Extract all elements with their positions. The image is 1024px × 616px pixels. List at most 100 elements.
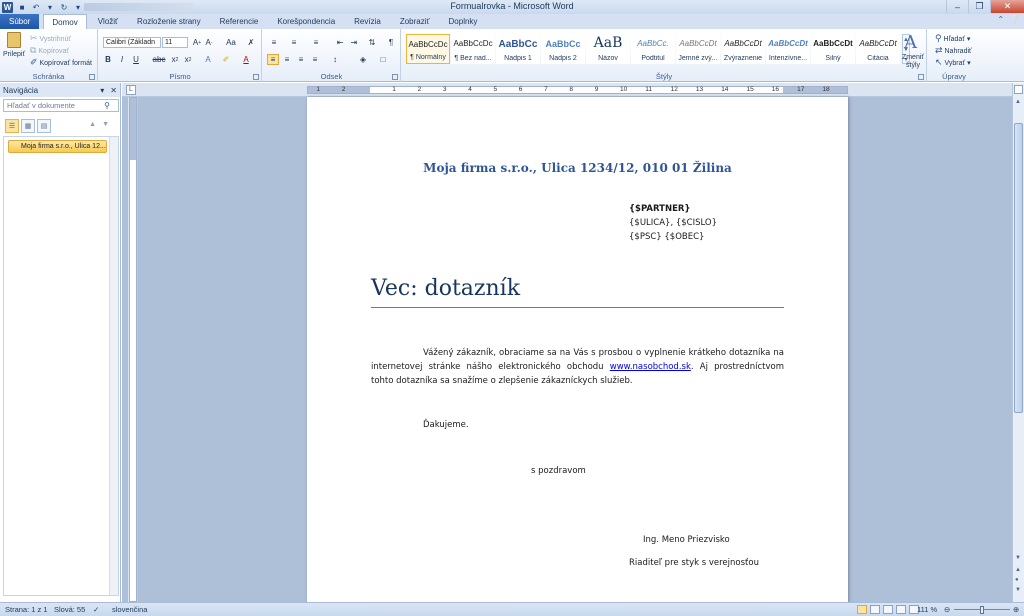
font-color-icon[interactable]: A xyxy=(240,54,252,65)
tab-addins[interactable]: Doplnky xyxy=(441,14,486,29)
change-styles-button[interactable]: A Zmeniť štýly xyxy=(896,29,930,82)
minimize-ribbon-icon[interactable]: ⌃ xyxy=(997,15,1004,24)
clear-formatting-icon[interactable]: ✗ xyxy=(245,37,257,48)
format-painter-button[interactable]: ✐ Kopírovať formát xyxy=(30,57,92,68)
pages-view-icon[interactable]: ▦ xyxy=(21,119,35,133)
paste-button[interactable]: Prilepiť xyxy=(3,32,25,66)
style-subtle-emphasis[interactable]: AaBbCcDt Jemné zvý... xyxy=(676,34,720,64)
font-name-combo[interactable]: Calibri (Základn xyxy=(103,37,161,48)
style-quote[interactable]: AaBbCcDt Citácia xyxy=(856,34,900,64)
headings-view-icon[interactable]: ☰ xyxy=(5,119,19,133)
multilevel-list-icon[interactable]: ≡ xyxy=(310,37,322,48)
zoom-slider-thumb[interactable] xyxy=(980,606,984,614)
increase-indent-icon[interactable]: ⇥ xyxy=(348,37,360,48)
scroll-down-icon[interactable]: ▼ xyxy=(1015,555,1021,561)
vertical-ruler[interactable] xyxy=(128,97,138,602)
nav-heading-item[interactable]: Moja firma s.r.o., Ulica 12... xyxy=(8,140,107,153)
tab-selector-icon[interactable]: L xyxy=(126,85,136,95)
font-launcher-icon[interactable] xyxy=(253,74,259,80)
spellcheck-icon[interactable]: ✓ xyxy=(93,605,99,614)
style-heading-1[interactable]: AaBbCc Nadpis 1 xyxy=(496,34,540,64)
outline-view-icon[interactable] xyxy=(896,605,906,614)
tab-references[interactable]: Referencie xyxy=(212,14,267,29)
language[interactable]: slovenčina xyxy=(112,605,147,614)
line-spacing-icon[interactable]: ↕ xyxy=(329,54,341,65)
highlight-icon[interactable]: ✐ xyxy=(220,54,232,65)
sort-icon[interactable]: ⇅ xyxy=(366,37,378,48)
search-icon[interactable]: ⚲ xyxy=(104,100,110,111)
nav-scrollbar[interactable] xyxy=(109,137,118,595)
style-heading-2[interactable]: AaBbCc Nadpis 2 xyxy=(541,34,585,64)
tab-review[interactable]: Revízia xyxy=(346,14,389,29)
nav-search-input[interactable]: Hľadať v dokumente ⚲ xyxy=(3,99,119,112)
superscript-icon[interactable]: x2 xyxy=(182,54,194,65)
zoom-in-icon[interactable]: ⊕ xyxy=(1013,605,1019,614)
text-effects-icon[interactable]: A xyxy=(202,54,214,65)
find-button[interactable]: ⚲ Hľadať ▾ xyxy=(935,33,970,44)
results-view-icon[interactable]: ▤ xyxy=(37,119,51,133)
help-icon[interactable]: ❔ xyxy=(1010,15,1020,24)
decrease-indent-icon[interactable]: ⇤ xyxy=(334,37,346,48)
print-layout-view-icon[interactable] xyxy=(857,605,867,614)
vertical-scrollbar[interactable]: ▲ ▼ ▲ ● ▼ xyxy=(1012,83,1024,602)
nav-menu-icon[interactable]: ▾ xyxy=(100,86,104,95)
scroll-up-icon[interactable]: ▲ xyxy=(1015,99,1021,105)
style-subtitle[interactable]: AaBbCc. Podtitul xyxy=(631,34,675,64)
previous-arrow-icon[interactable]: ▲ xyxy=(89,121,102,128)
tab-home[interactable]: Domov xyxy=(43,14,87,29)
copy-button[interactable]: ⧉ Kopírovať xyxy=(30,45,69,56)
shading-icon[interactable]: ◈ xyxy=(357,54,369,65)
shrink-font-icon[interactable]: A- xyxy=(203,37,215,48)
word-count[interactable]: Slová: 55 xyxy=(54,605,85,614)
grow-font-icon[interactable]: A + xyxy=(191,37,203,48)
minimize-button[interactable]: – xyxy=(946,0,968,13)
style-intense-emphasis[interactable]: AaBbCcDt Intenzívne... xyxy=(766,34,810,64)
align-left-icon[interactable]: ≡ xyxy=(267,54,279,65)
cut-button[interactable]: ✂ Vystrihnúť xyxy=(30,33,71,44)
clipboard-launcher-icon[interactable] xyxy=(89,74,95,80)
tab-view[interactable]: Zobraziť xyxy=(392,14,438,29)
style-no-spacing[interactable]: AaBbCcDc ¶ Bez riad... xyxy=(451,34,495,64)
align-center-icon[interactable]: ≡ xyxy=(281,54,293,65)
full-screen-reading-view-icon[interactable] xyxy=(870,605,880,614)
close-button[interactable]: ✕ xyxy=(990,0,1024,13)
style-normal[interactable]: AaBbCcDc ¶ Normálny xyxy=(406,34,450,64)
font-size-combo[interactable]: 11 xyxy=(162,37,188,48)
show-formatting-icon[interactable]: ¶ xyxy=(385,37,397,48)
next-arrow-icon[interactable]: ▼ xyxy=(102,121,115,128)
previous-page-icon[interactable]: ▲ xyxy=(1015,567,1021,573)
document-page[interactable]: Moja firma s.r.o., Ulica 1234/12, 010 01… xyxy=(307,97,848,602)
change-case-icon[interactable]: Aa xyxy=(223,37,239,48)
browse-object-icon[interactable]: ● xyxy=(1015,577,1019,583)
bullets-icon[interactable]: ≡ xyxy=(268,37,280,48)
style-emphasis[interactable]: AaBbCcDt Zvýraznenie xyxy=(721,34,765,64)
zoom-level[interactable]: 111 % xyxy=(917,605,937,614)
justify-icon[interactable]: ≡ xyxy=(309,54,321,65)
borders-icon[interactable]: □ xyxy=(377,54,389,65)
underline-icon[interactable]: U xyxy=(130,54,142,65)
select-button[interactable]: ↖ Vybrať ▾ xyxy=(935,57,971,68)
scroll-thumb[interactable] xyxy=(1014,123,1023,413)
bold-icon[interactable]: B xyxy=(102,54,114,65)
tab-page-layout[interactable]: Rozloženie strany xyxy=(129,14,209,29)
tab-insert[interactable]: Vložiť xyxy=(90,14,126,29)
view-ruler-toggle-icon[interactable] xyxy=(1014,85,1023,94)
tab-mailings[interactable]: Korešpondencia xyxy=(269,14,343,29)
restore-button[interactable]: ❐ xyxy=(968,0,990,13)
nav-close-icon[interactable]: ✕ xyxy=(110,86,117,95)
numbering-icon[interactable]: ≡ xyxy=(288,37,300,48)
tab-file[interactable]: Súbor xyxy=(0,14,40,29)
replace-button[interactable]: ⇄ Nahradiť xyxy=(935,45,972,56)
page-count[interactable]: Strana: 1 z 1 xyxy=(5,605,48,614)
style-title[interactable]: AaB Názov xyxy=(586,34,630,64)
subscript-icon[interactable]: x2 xyxy=(169,54,181,65)
zoom-out-icon[interactable]: ⊖ xyxy=(944,605,950,614)
strikethrough-icon[interactable]: abc xyxy=(153,54,166,65)
paragraph-launcher-icon[interactable] xyxy=(392,74,398,80)
web-layout-view-icon[interactable] xyxy=(883,605,893,614)
italic-icon[interactable]: I xyxy=(116,54,128,65)
horizontal-ruler[interactable]: L 1 2 1 2 3 4 5 6 7 8 9 10 11 12 13 14 15 16 17 18 xyxy=(122,83,1012,97)
align-right-icon[interactable]: ≡ xyxy=(295,54,307,65)
style-strong[interactable]: AaBbCcDt Silný xyxy=(811,34,855,64)
shop-link[interactable]: www.nasobchod.sk xyxy=(610,362,691,372)
